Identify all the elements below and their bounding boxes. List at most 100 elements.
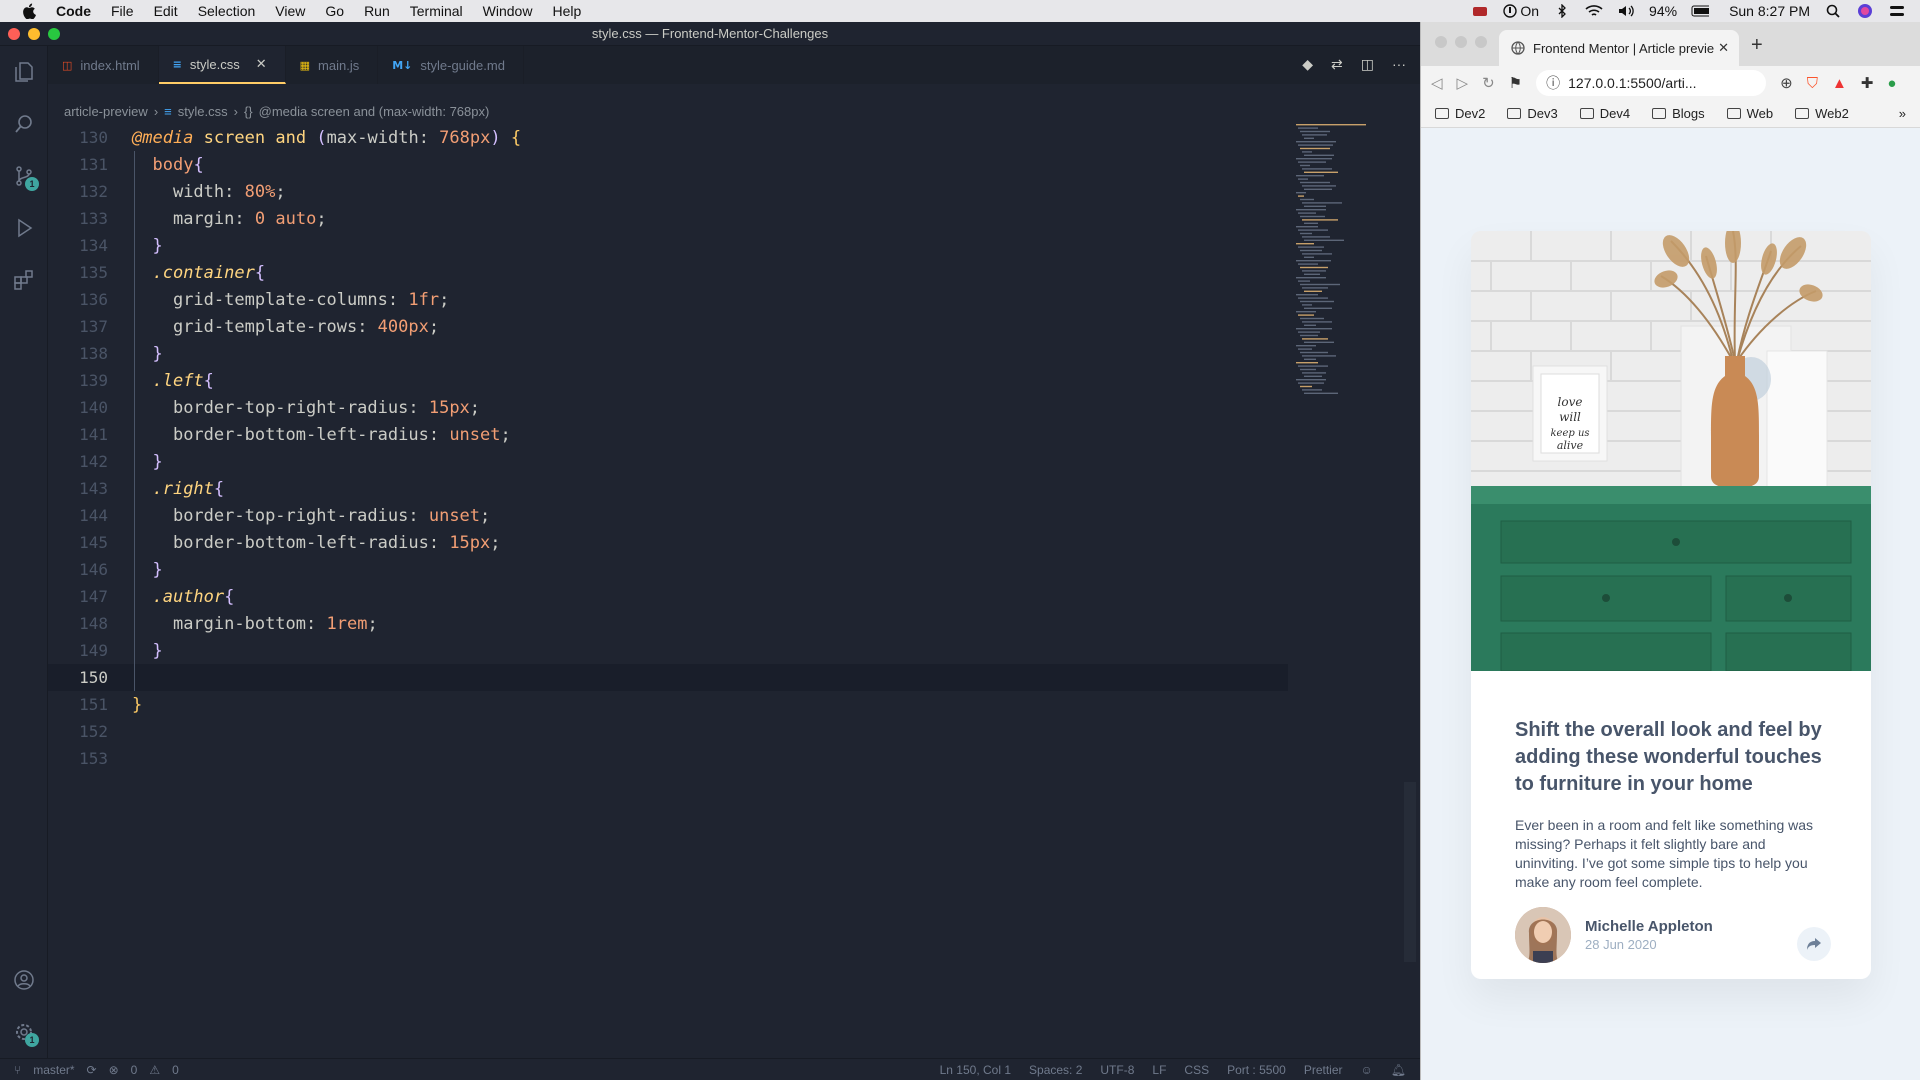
browser-close-button[interactable] xyxy=(1435,36,1447,48)
close-window-button[interactable] xyxy=(8,28,20,40)
more-bookmarks-icon[interactable]: » xyxy=(1899,106,1906,121)
more-actions-icon[interactable]: ··· xyxy=(1392,56,1406,73)
search-icon[interactable] xyxy=(0,98,48,150)
cursor-position[interactable]: Ln 150, Col 1 xyxy=(940,1063,1011,1077)
code-line[interactable]: 148 margin-bottom: 1rem; xyxy=(48,610,1288,637)
menu-view[interactable]: View xyxy=(265,0,315,22)
editor-tab-style-guide-md[interactable]: M↓ style-guide.md xyxy=(378,46,524,84)
code-line[interactable]: 144 border-top-right-radius: unset; xyxy=(48,502,1288,529)
minimize-window-button[interactable] xyxy=(28,28,40,40)
menu-edit[interactable]: Edit xyxy=(144,0,188,22)
close-tab-icon[interactable]: ✕ xyxy=(256,56,267,72)
code-line[interactable]: 146 } xyxy=(48,556,1288,583)
menu-help[interactable]: Help xyxy=(542,0,591,22)
bookmark-icon[interactable]: ⚑ xyxy=(1509,74,1522,92)
sync-icon[interactable]: ⟳ xyxy=(87,1063,97,1077)
encoding[interactable]: UTF-8 xyxy=(1100,1063,1134,1077)
line-ending[interactable]: LF xyxy=(1152,1063,1166,1077)
code-line[interactable]: 151} xyxy=(48,691,1288,718)
code-line[interactable]: 131 body{ xyxy=(48,151,1288,178)
bookmark-dev3[interactable]: Dev3 xyxy=(1507,106,1558,121)
extensions-puzzle-icon[interactable]: ✚ xyxy=(1861,74,1874,92)
bookmark-dev2[interactable]: Dev2 xyxy=(1435,106,1485,121)
menu-go[interactable]: Go xyxy=(315,0,354,22)
brave-shields-icon[interactable]: ⛉ xyxy=(1807,75,1818,92)
bookmark-web2[interactable]: Web2 xyxy=(1795,106,1849,121)
code-line[interactable]: 152 xyxy=(48,718,1288,745)
menu-window[interactable]: Window xyxy=(473,0,543,22)
volume-icon[interactable] xyxy=(1617,4,1635,18)
code-line[interactable]: 153 xyxy=(48,745,1288,772)
menu-selection[interactable]: Selection xyxy=(188,0,266,22)
address-bar[interactable]: ⓘ 127.0.0.1:5500/arti... xyxy=(1536,70,1767,96)
live-server-port[interactable]: Port : 5500 xyxy=(1227,1063,1286,1077)
code-line[interactable]: 140 border-top-right-radius: 15px; xyxy=(48,394,1288,421)
zoom-icon[interactable]: ⊕ xyxy=(1780,74,1793,92)
code-line[interactable]: 138 } xyxy=(48,340,1288,367)
breadcrumb-symbol[interactable]: @media screen and (max-width: 768px) xyxy=(259,104,490,119)
code-editor[interactable]: 130 @media screen and (max-width: 768px) … xyxy=(48,124,1288,1058)
editor-tab-main-js[interactable]: ▦ main.js xyxy=(286,46,379,84)
warning-count[interactable]: 0 xyxy=(172,1063,179,1077)
code-line[interactable]: 136 grid-template-columns: 1fr; xyxy=(48,286,1288,313)
code-line[interactable]: 130 @media screen and (max-width: 768px) … xyxy=(48,124,1288,151)
editor-tab-index-html[interactable]: ◫ index.html xyxy=(48,46,159,84)
code-line[interactable]: 150 xyxy=(48,664,1288,691)
notifications-icon[interactable]: 🔔︎ xyxy=(1391,1063,1406,1077)
menu-code[interactable]: Code xyxy=(40,0,101,22)
bookmark-web[interactable]: Web xyxy=(1726,106,1773,121)
menu-run[interactable]: Run xyxy=(354,0,400,22)
back-icon[interactable]: ◁ xyxy=(1431,74,1443,92)
site-info-icon[interactable]: ⓘ xyxy=(1546,73,1560,93)
code-line[interactable]: 139 .left{ xyxy=(48,367,1288,394)
screen-record-icon[interactable] xyxy=(1471,4,1489,18)
code-line[interactable]: 143 .right{ xyxy=(48,475,1288,502)
wifi-icon[interactable] xyxy=(1585,4,1603,18)
close-tab-icon[interactable]: ✕ xyxy=(1718,40,1729,56)
bookmark-dev4[interactable]: Dev4 xyxy=(1579,106,1630,121)
code-line[interactable]: 145 border-bottom-left-radius: 15px; xyxy=(48,529,1288,556)
error-count[interactable]: 0 xyxy=(131,1063,138,1077)
split-editor-icon[interactable]: ◫ xyxy=(1361,56,1374,73)
forward-icon[interactable]: ▷ xyxy=(1457,74,1469,92)
code-line[interactable]: 141 border-bottom-left-radius: unset; xyxy=(48,421,1288,448)
feedback-icon[interactable]: ☺ xyxy=(1361,1063,1373,1077)
spotlight-search-icon[interactable] xyxy=(1824,4,1842,18)
bluetooth-icon[interactable] xyxy=(1553,4,1571,18)
editor-tab-style-css[interactable]: ≡ style.css ✕ xyxy=(158,46,286,84)
language-mode[interactable]: CSS xyxy=(1184,1063,1209,1077)
brave-rewards-icon[interactable]: ▲ xyxy=(1832,75,1847,92)
control-center-icon[interactable] xyxy=(1888,4,1906,18)
code-line[interactable]: 142 } xyxy=(48,448,1288,475)
code-line[interactable]: 135 .container{ xyxy=(48,259,1288,286)
browser-tab[interactable]: Frontend Mentor | Article previe ✕ xyxy=(1499,30,1739,66)
share-button[interactable] xyxy=(1797,927,1831,961)
profile-icon[interactable]: ● xyxy=(1887,75,1896,92)
maximize-window-button[interactable] xyxy=(48,28,60,40)
menu-file[interactable]: File xyxy=(101,0,144,22)
code-line[interactable]: 149 } xyxy=(48,637,1288,664)
formatter[interactable]: Prettier xyxy=(1304,1063,1343,1077)
code-line[interactable]: 133 margin: 0 auto; xyxy=(48,205,1288,232)
apple-menu-icon[interactable] xyxy=(18,0,40,22)
code-line[interactable]: 134 } xyxy=(48,232,1288,259)
browser-maximize-button[interactable] xyxy=(1475,36,1487,48)
battery-icon[interactable] xyxy=(1691,4,1710,18)
code-line[interactable]: 137 grid-template-rows: 400px; xyxy=(48,313,1288,340)
new-tab-icon[interactable]: + xyxy=(1751,34,1763,57)
indentation[interactable]: Spaces: 2 xyxy=(1029,1063,1082,1077)
siri-icon[interactable] xyxy=(1856,4,1874,18)
clock[interactable]: Sun 8:27 PM xyxy=(1729,3,1810,19)
focus-status[interactable]: On xyxy=(1503,3,1539,19)
explorer-icon[interactable] xyxy=(0,46,48,98)
git-branch[interactable]: master* xyxy=(33,1063,74,1077)
code-line[interactable]: 147 .author{ xyxy=(48,583,1288,610)
extensions-icon[interactable] xyxy=(0,254,48,306)
breadcrumb-file[interactable]: style.css xyxy=(178,104,228,119)
minimap[interactable] xyxy=(1290,124,1410,424)
menu-terminal[interactable]: Terminal xyxy=(400,0,473,22)
open-changes-icon[interactable]: ⇄ xyxy=(1331,56,1343,73)
reload-icon[interactable]: ↻ xyxy=(1482,74,1495,92)
editor-scrollbar[interactable] xyxy=(1404,782,1416,962)
settings-gear-icon[interactable]: 1 xyxy=(0,1006,48,1058)
